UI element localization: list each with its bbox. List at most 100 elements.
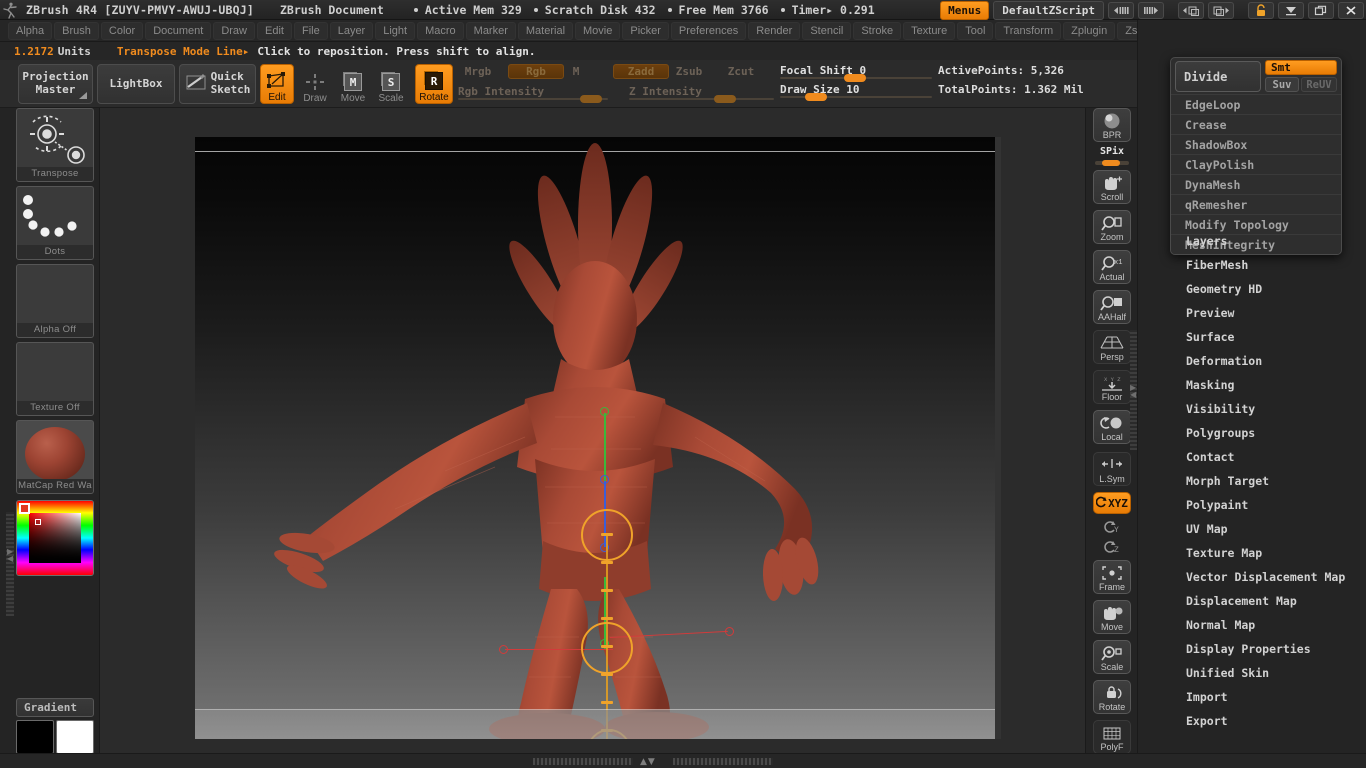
popup-item-edgeloop[interactable]: EdgeLoop — [1171, 94, 1341, 114]
axis-red-handle-left[interactable] — [499, 645, 508, 654]
menu-marker[interactable]: Marker — [465, 21, 516, 40]
menu-brush[interactable]: Brush — [54, 21, 99, 40]
frame-button[interactable]: Frame — [1093, 560, 1131, 594]
scale-mode-button[interactable]: S Scale — [374, 64, 408, 104]
palette-item-layers[interactable]: Layers — [1138, 229, 1366, 253]
subtool-next-icon[interactable] — [1208, 2, 1234, 19]
menu-texture[interactable]: Texture — [903, 21, 956, 40]
viewport-3d[interactable] — [195, 137, 995, 739]
zscript-name-button[interactable]: DefaultZScript — [993, 1, 1104, 20]
scroll-down-icon[interactable]: ▼ — [648, 757, 656, 767]
palette-item-displacement-map[interactable]: Displacement Map — [1138, 589, 1366, 613]
rgb-intensity-knob[interactable] — [580, 95, 602, 103]
palette-item-polygroups[interactable]: Polygroups — [1138, 421, 1366, 445]
menu-render[interactable]: Render — [748, 21, 801, 40]
palette-item-polypaint[interactable]: Polypaint — [1138, 493, 1366, 517]
z-intensity-track[interactable] — [629, 98, 774, 100]
brush-thumbnail[interactable]: Transpose — [16, 108, 94, 182]
axis-green-handle[interactable] — [600, 407, 609, 416]
palette-item-unified-skin[interactable]: Unified Skin — [1138, 661, 1366, 685]
menu-document[interactable]: Document — [145, 21, 212, 40]
palette-item-geometry-hd[interactable]: Geometry HD — [1138, 277, 1366, 301]
palette-item-export[interactable]: Export — [1138, 709, 1366, 733]
transpose-ring-middle[interactable] — [581, 622, 633, 674]
palette-item-deformation[interactable]: Deformation — [1138, 349, 1366, 373]
draw-size-knob[interactable] — [805, 93, 827, 101]
palette-item-fibermesh[interactable]: FiberMesh — [1138, 253, 1366, 277]
popup-item-shadowbox[interactable]: ShadowBox — [1171, 134, 1341, 154]
rotate-nav-button[interactable]: Rotate — [1093, 680, 1131, 714]
menu-alpha[interactable]: Alpha — [8, 21, 53, 40]
popup-item-crease[interactable]: Crease — [1171, 114, 1341, 134]
menu-stencil[interactable]: Stencil — [802, 21, 852, 40]
texture-thumbnail[interactable]: Texture Off — [16, 342, 94, 416]
edit-mode-button[interactable]: Edit — [260, 64, 294, 104]
menu-light[interactable]: Light — [375, 21, 416, 40]
scroll-button[interactable]: Scroll — [1093, 170, 1131, 204]
scale-nav-button[interactable]: Scale — [1093, 640, 1131, 674]
reuv-toggle[interactable]: ReUV — [1301, 77, 1337, 92]
draw-mode-button[interactable]: Draw — [298, 64, 332, 104]
polyframe-button[interactable]: PolyF — [1093, 720, 1131, 754]
move-nav-button[interactable]: Move — [1093, 600, 1131, 634]
bottom-scroll-arrows[interactable]: ▲▼ — [640, 757, 656, 767]
zscript-next-button[interactable] — [1138, 2, 1164, 19]
menu-layer[interactable]: Layer — [329, 21, 374, 40]
palette-item-surface[interactable]: Surface — [1138, 325, 1366, 349]
secondary-color-swatch[interactable] — [56, 720, 94, 754]
bpr-render-button[interactable]: BPR — [1093, 108, 1131, 142]
palette-item-preview[interactable]: Preview — [1138, 301, 1366, 325]
channel-zadd[interactable]: Zadd — [613, 64, 669, 79]
menu-draw[interactable]: Draw — [213, 21, 255, 40]
left-shelf-expand-icon[interactable]: ▶ ◀ — [7, 548, 13, 563]
menu-preferences[interactable]: Preferences — [670, 21, 747, 40]
menu-edit[interactable]: Edit — [257, 21, 292, 40]
floor-button[interactable]: X Y Z Floor — [1093, 370, 1131, 404]
rotate-mode-button[interactable]: R Rotate — [415, 64, 453, 104]
zoom-button[interactable]: Zoom — [1093, 210, 1131, 244]
palette-item-texture-map[interactable]: Texture Map — [1138, 541, 1366, 565]
palette-item-morph-target[interactable]: Morph Target — [1138, 469, 1366, 493]
palette-item-import[interactable]: Import — [1138, 685, 1366, 709]
y-rotate-button[interactable]: Y — [1093, 516, 1131, 538]
transpose-mode-label[interactable]: Transpose Mode Line▸ — [117, 45, 249, 58]
spix-knob[interactable] — [1102, 160, 1120, 166]
scroll-up-icon[interactable]: ▲ — [640, 757, 648, 767]
lightbox-button[interactable]: LightBox — [97, 64, 175, 104]
menu-material[interactable]: Material — [517, 21, 574, 40]
palette-item-visibility[interactable]: Visibility — [1138, 397, 1366, 421]
actual-button[interactable]: x1 Actual — [1093, 250, 1131, 284]
palette-item-vector-displacement-map[interactable]: Vector Displacement Map — [1138, 565, 1366, 589]
local-symmetry-button[interactable]: L.Sym — [1093, 452, 1131, 486]
popup-item-claypolish[interactable]: ClayPolish — [1171, 154, 1341, 174]
channel-zcut[interactable]: Zcut — [724, 64, 758, 79]
divide-button[interactable]: Divide — [1175, 61, 1261, 92]
axis-blue-handle-top[interactable] — [600, 475, 609, 484]
palette-item-uv-map[interactable]: UV Map — [1138, 517, 1366, 541]
menu-file[interactable]: File — [293, 21, 328, 40]
menu-zplugin[interactable]: Zplugin — [1063, 21, 1116, 40]
lock-icon[interactable] — [1248, 2, 1274, 19]
menu-movie[interactable]: Movie — [575, 21, 621, 40]
material-thumbnail[interactable]: MatCap Red Wa — [16, 420, 94, 494]
gradient-button[interactable]: Gradient — [16, 698, 94, 717]
xyz-rotate-button[interactable]: XYZ — [1093, 492, 1131, 514]
palette-item-normal-map[interactable]: Normal Map — [1138, 613, 1366, 637]
subtool-prev-icon[interactable] — [1178, 2, 1204, 19]
right-strip-expand-icon[interactable]: ▶ ◀ — [1130, 384, 1136, 399]
quick-sketch-button[interactable]: Quick Sketch — [179, 64, 256, 104]
z-intensity-knob[interactable] — [714, 95, 736, 103]
canvas-scrollbar-vertical[interactable] — [995, 137, 1001, 739]
zscript-prev-button[interactable] — [1108, 2, 1134, 19]
left-shelf-grip[interactable] — [6, 512, 14, 616]
aahalf-button[interactable]: AAHalf — [1093, 290, 1131, 324]
menu-transform[interactable]: Transform — [995, 21, 1062, 40]
menu-tool[interactable]: Tool — [957, 21, 994, 40]
local-button[interactable]: Local — [1093, 410, 1131, 444]
menu-macro[interactable]: Macro — [417, 21, 464, 40]
menu-picker[interactable]: Picker — [622, 21, 669, 40]
menus-toggle-button[interactable]: Menus — [940, 1, 990, 20]
alpha-thumbnail[interactable]: Alpha Off — [16, 264, 94, 338]
primary-color-swatch[interactable] — [16, 720, 54, 754]
projection-master-button[interactable]: Projection Master — [18, 64, 93, 104]
